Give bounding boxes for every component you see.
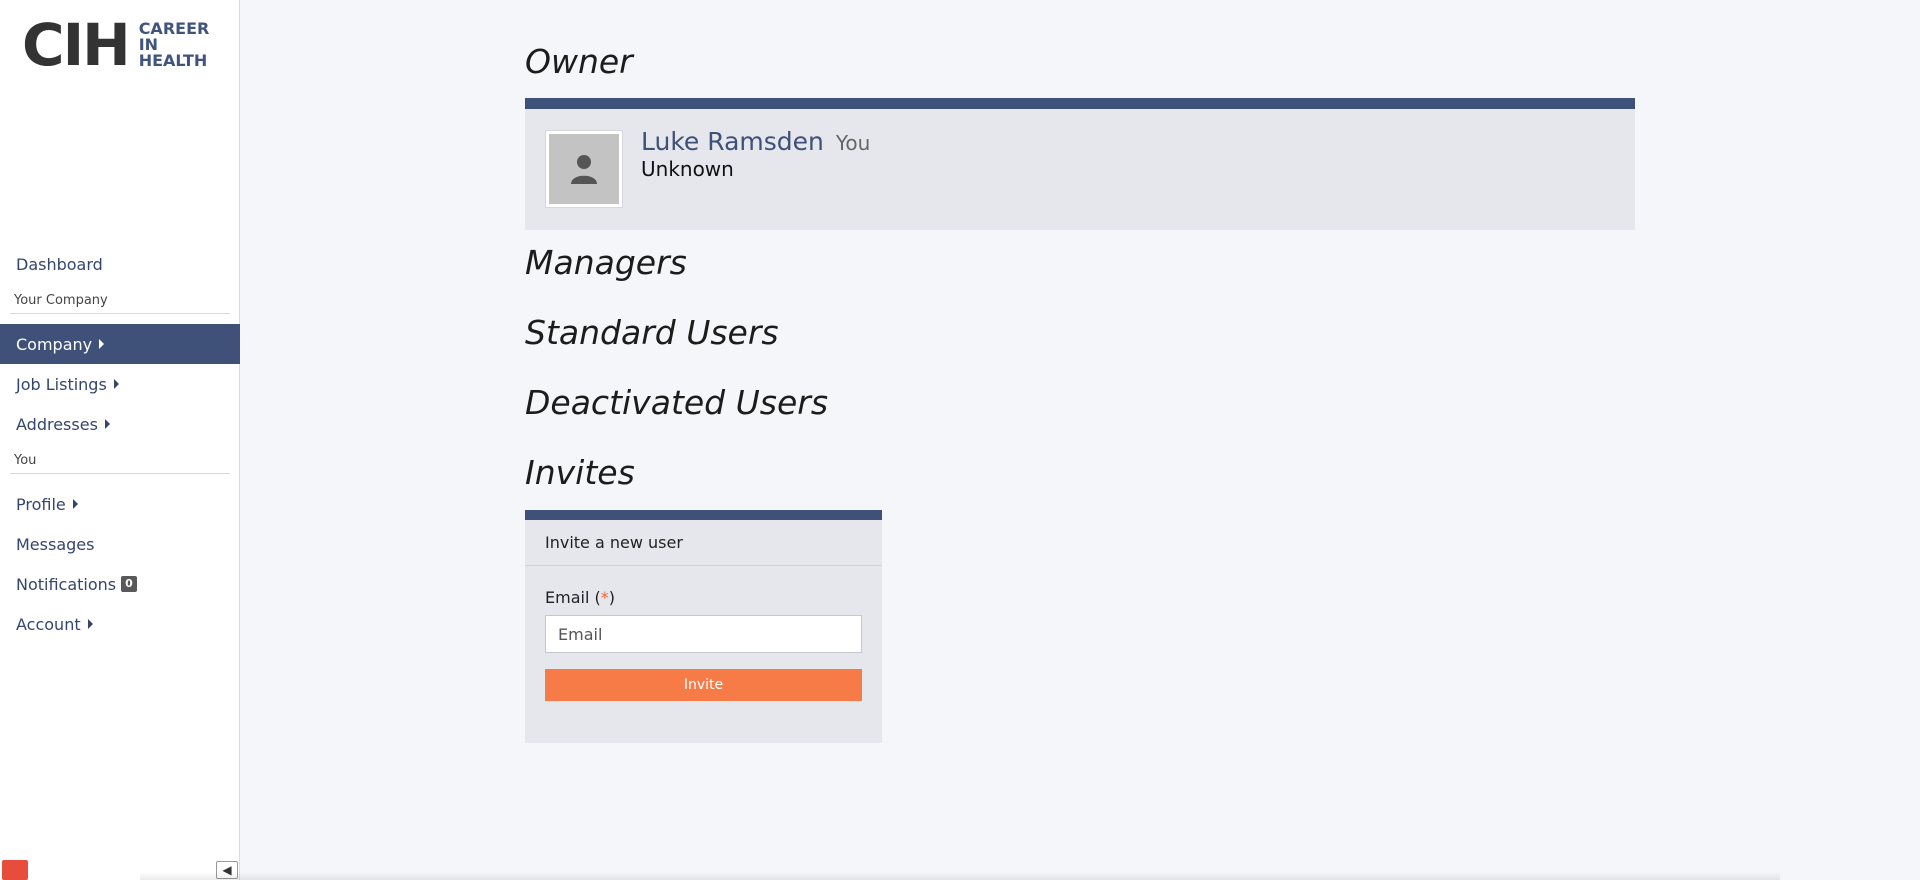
sidebar-item-label: Notifications	[16, 574, 117, 594]
logo[interactable]: CIH CAREER IN HEALTH	[22, 14, 229, 76]
deactivated-users-heading: Deactivated Users	[525, 383, 829, 422]
sidebar-item-label: Messages	[16, 534, 95, 554]
invites-heading: Invites	[525, 453, 635, 492]
sidebar-item-dashboard[interactable]: Dashboard	[0, 244, 240, 284]
owner-name-row: Luke Ramsden You	[641, 127, 870, 156]
sidebar: CIH CAREER IN HEALTH Dashboard Your Comp…	[0, 0, 240, 880]
user-icon	[571, 155, 597, 184]
sidebar-item-label: Dashboard	[16, 254, 103, 274]
invite-card-header: Invite a new user	[525, 520, 882, 566]
caret-right-icon	[72, 499, 78, 509]
caret-right-icon	[113, 379, 119, 389]
sidebar-item-label: Addresses	[16, 414, 98, 434]
sidebar-item-label: Profile	[16, 494, 66, 514]
caret-right-icon	[87, 619, 93, 629]
sidebar-item-label: Company	[16, 334, 93, 354]
sidebar-section-you: You	[10, 452, 230, 474]
bottom-shadow	[140, 872, 1780, 880]
email-label: Email (*)	[545, 588, 615, 607]
invite-card: Invite a new user Email (*) Invite	[525, 510, 882, 743]
standard-users-heading: Standard Users	[525, 313, 779, 352]
owner-name-link[interactable]: Luke Ramsden	[641, 127, 824, 156]
owner-status: Unknown	[641, 157, 734, 181]
owner-card: Luke Ramsden You Unknown	[525, 98, 1635, 230]
owner-heading: Owner	[525, 42, 633, 81]
avatar	[545, 130, 623, 208]
sidebar-item-job-listings[interactable]: Job Listings	[0, 364, 240, 404]
sidebar-item-addresses[interactable]: Addresses	[0, 404, 240, 444]
logo-mark: CIH	[22, 11, 131, 79]
extension-icon[interactable]	[2, 860, 28, 880]
sidebar-item-account[interactable]: Account	[0, 604, 240, 644]
email-field[interactable]	[545, 615, 862, 653]
sidebar-nav: Dashboard Your Company Company Job Listi…	[0, 244, 240, 644]
caret-right-icon	[104, 419, 110, 429]
sidebar-section-your-company: Your Company	[10, 292, 230, 314]
logo-text: CAREER IN HEALTH	[138, 19, 210, 70]
managers-heading: Managers	[525, 243, 687, 282]
sidebar-item-profile[interactable]: Profile	[0, 484, 240, 524]
invite-button[interactable]: Invite	[545, 669, 862, 701]
notifications-count-badge: 0	[121, 576, 137, 592]
sidebar-item-label: Account	[16, 614, 81, 634]
required-marker: *	[600, 588, 609, 607]
owner-you-label: You	[835, 131, 871, 155]
sidebar-item-label: Job Listings	[16, 374, 107, 394]
sidebar-item-company[interactable]: Company	[0, 324, 240, 364]
sidebar-item-messages[interactable]: Messages	[0, 524, 240, 564]
sidebar-item-notifications[interactable]: Notifications 0	[0, 564, 240, 604]
caret-right-icon	[99, 339, 105, 349]
